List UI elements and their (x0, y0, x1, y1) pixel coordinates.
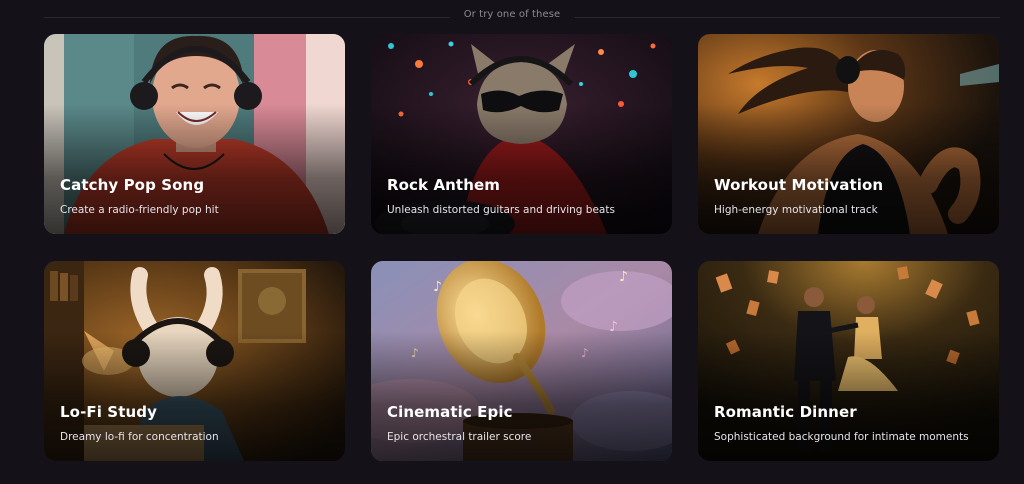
card-title: Workout Motivation (714, 176, 884, 194)
template-card-workout-motivation[interactable]: Workout Motivation High-energy motivatio… (698, 34, 999, 234)
template-card-lofi-study[interactable]: Lo-Fi Study Dreamy lo-fi for concentrati… (44, 261, 345, 461)
card-description: Dreamy lo-fi for concentration (60, 431, 219, 443)
template-card-cinematic-epic[interactable]: ♪ ♪ ♪ ♪ ♪ Cinematic Epic Epic orchestral… (371, 261, 672, 461)
card-title: Romantic Dinner (714, 403, 857, 421)
template-card-catchy-pop-song[interactable]: Catchy Pop Song Create a radio-friendly … (44, 34, 345, 234)
card-title: Rock Anthem (387, 176, 500, 194)
card-description: Sophisticated background for intimate mo… (714, 431, 969, 443)
card-description: Unleash distorted guitars and driving be… (387, 204, 615, 216)
card-description: Create a radio-friendly pop hit (60, 204, 219, 216)
card-title: Catchy Pop Song (60, 176, 205, 194)
card-title: Cinematic Epic (387, 403, 513, 421)
section-divider: Or try one of these (0, 6, 1024, 28)
card-description: Epic orchestral trailer score (387, 431, 532, 443)
templates-section: Or try one of these Catchy Pop Song Crea… (0, 0, 1024, 484)
card-title: Lo-Fi Study (60, 403, 157, 421)
template-card-romantic-dinner[interactable]: Romantic Dinner Sophisticated background… (698, 261, 999, 461)
card-description: High-energy motivational track (714, 204, 878, 216)
divider-label: Or try one of these (449, 9, 575, 20)
template-card-rock-anthem[interactable]: Rock Anthem Unleash distorted guitars an… (371, 34, 672, 234)
